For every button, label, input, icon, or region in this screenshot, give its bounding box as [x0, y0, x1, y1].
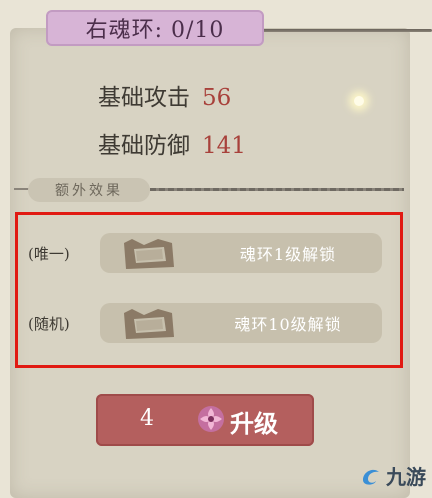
stat-row-defense: 基础防御 141: [98, 126, 246, 160]
ability-slot-unique[interactable]: 魂环1级解锁: [100, 233, 382, 273]
ability-slot-random[interactable]: 魂环10级解锁: [100, 303, 382, 343]
upgrade-cost: 4: [140, 406, 154, 431]
section-divider-right: [150, 188, 404, 191]
soul-flower-icon: [198, 406, 224, 432]
stat-label-attack: 基础攻击: [98, 85, 190, 111]
watermark-text: 九游: [386, 465, 426, 489]
light-glow: [354, 96, 364, 106]
stat-value-defense: 141: [202, 133, 246, 159]
upgrade-label: 升级: [230, 409, 278, 438]
title-text: 右魂环: 0/10: [85, 18, 225, 43]
ability-unlock-text: 魂环1级解锁: [239, 245, 337, 264]
watermark: 九游: [360, 461, 426, 490]
ability-unlock-text: 魂环10级解锁: [234, 315, 342, 334]
ability-row-unique[interactable]: (唯一) 魂环1级解锁: [28, 233, 384, 273]
locked-slot-icon: [124, 239, 174, 269]
ability-tag-unique: (唯一): [28, 245, 70, 263]
jiuyou-logo: [363, 469, 379, 485]
soul-ring-title-tab: 右魂环: 0/10: [46, 10, 264, 46]
ability-row-random[interactable]: (随机) 魂环10级解锁: [28, 303, 384, 343]
extra-effects-label-text: 额外效果: [55, 183, 123, 199]
stat-value-attack: 56: [202, 85, 232, 111]
locked-slot-icon: [124, 309, 174, 339]
stat-row-attack: 基础攻击 56: [98, 78, 231, 112]
extra-effects-label: 额外效果: [28, 178, 150, 202]
upgrade-button[interactable]: 4 升级: [96, 394, 314, 446]
stat-label-defense: 基础防御: [98, 133, 190, 159]
ability-tag-random: (随机): [28, 315, 70, 333]
